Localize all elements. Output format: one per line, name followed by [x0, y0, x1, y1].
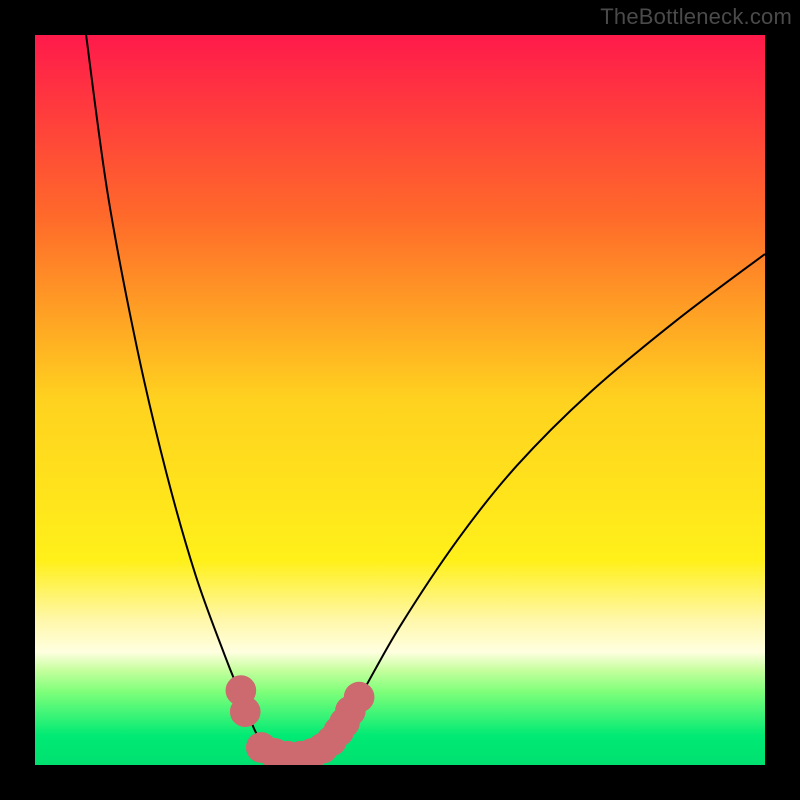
plot-area [35, 35, 765, 765]
chart-frame: TheBottleneck.com [0, 0, 800, 800]
data-point-marker [230, 696, 261, 727]
data-point-marker [344, 682, 375, 713]
gradient-background [35, 35, 765, 765]
attribution-watermark: TheBottleneck.com [600, 4, 792, 30]
bottleneck-curve-chart [35, 35, 765, 765]
